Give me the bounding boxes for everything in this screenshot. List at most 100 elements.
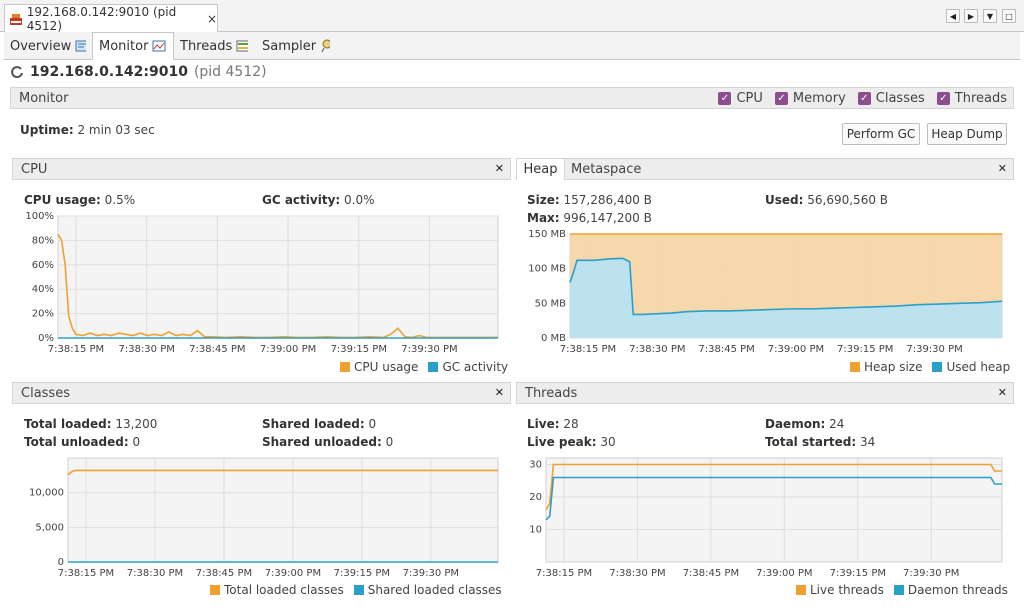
- shared-unloaded-value: 0: [385, 435, 394, 449]
- live-stat: Live: 28: [527, 417, 579, 431]
- total-loaded-stat: Total loaded: 13,200: [24, 417, 157, 431]
- checkbox-checked-icon: ✓: [857, 91, 871, 105]
- view-tab-strip: Overview Monitor Threads Sampler: [4, 32, 1020, 60]
- chart-toggle-group: ✓ CPU ✓ Memory ✓ Classes ✓ Threads: [706, 91, 1013, 106]
- gc-activity-swatch: [428, 362, 439, 372]
- plot-area: [67, 457, 499, 563]
- maximize-button[interactable]: □: [1002, 9, 1016, 23]
- x-tick-label: 7:39:30 PM: [403, 568, 459, 579]
- document-tab-title: 192.168.0.142:9010 (pid 4512): [26, 4, 177, 33]
- y-tick-label: 80%: [32, 235, 54, 246]
- total-loaded-label: Total loaded:: [24, 417, 112, 431]
- legend-live-threads: Live threads: [810, 583, 884, 597]
- monitor-section-title: Monitor: [19, 90, 69, 106]
- total-started-value: 34: [859, 435, 876, 449]
- total-unloaded-stat: Total unloaded: 0: [24, 435, 140, 449]
- live-label: Live:: [527, 417, 560, 431]
- checkbox-checked-icon: ✓: [718, 91, 732, 105]
- x-tick-label: 7:39:30 PM: [903, 568, 959, 579]
- legend-shared-loaded: Shared loaded classes: [367, 583, 502, 597]
- perform-gc-button[interactable]: Perform GC: [842, 123, 920, 145]
- monitor-section-header: Monitor ✓ CPU ✓ Memory ✓ Classes ✓ Threads: [10, 87, 1014, 109]
- total-started-label: Total started:: [765, 435, 857, 449]
- x-tick-label: 7:38:15 PM: [560, 344, 616, 355]
- heap-dump-button[interactable]: Heap Dump: [927, 123, 1007, 145]
- shared-loaded-label: Shared loaded:: [262, 417, 365, 431]
- tab-monitor[interactable]: Monitor: [92, 32, 174, 60]
- tab-overview[interactable]: Overview: [4, 32, 92, 60]
- close-heap-panel-icon[interactable]: ✕: [998, 162, 1007, 175]
- y-tick-label: 50 MB: [535, 298, 567, 309]
- x-tick-label: 7:39:30 PM: [401, 344, 457, 355]
- classes-checkbox[interactable]: ✓ Classes: [857, 90, 925, 106]
- heap-max-stat: Max: 996,147,200 B: [527, 211, 652, 225]
- page-title: 192.168.0.142:9010 (pid 4512): [10, 64, 267, 80]
- x-tick-label: 7:39:00 PM: [768, 344, 824, 355]
- gc-activity-stat: GC activity: 0.0%: [262, 193, 375, 207]
- cpu-usage-stat: CPU usage: 0.5%: [24, 193, 135, 207]
- cpu-panel-title: CPU: [21, 161, 48, 177]
- shared-unloaded-label: Shared unloaded:: [262, 435, 382, 449]
- y-tick-label: 0 MB: [541, 333, 566, 344]
- y-tick-label: 150 MB: [528, 229, 566, 240]
- sampler-icon: [321, 39, 330, 53]
- y-tick-label: 0%: [38, 333, 54, 344]
- total-unloaded-label: Total unloaded:: [24, 435, 129, 449]
- close-tab-icon[interactable]: ×: [207, 12, 217, 26]
- checkbox-checked-icon: ✓: [774, 91, 788, 105]
- x-tick-label: 7:39:15 PM: [830, 568, 886, 579]
- y-tick-label: 20%: [32, 309, 54, 320]
- x-tick-label: 7:38:45 PM: [189, 344, 245, 355]
- classes-checkbox-label: Classes: [875, 90, 925, 106]
- tab-threads-label: Threads: [180, 38, 233, 54]
- classes-legend: Total loaded classes Shared loaded class…: [210, 583, 502, 597]
- heap-size-value: 157,286,400 B: [563, 193, 652, 207]
- y-tick-label: 30: [529, 460, 542, 471]
- heap-used-label: Used:: [765, 193, 804, 207]
- tab-threads[interactable]: Threads: [174, 32, 254, 60]
- x-tick-label: 7:39:30 PM: [906, 344, 962, 355]
- cpu-checkbox[interactable]: ✓ CPU: [718, 91, 763, 106]
- shared-loaded-value: 0: [368, 417, 377, 431]
- x-tick-label: 7:38:15 PM: [58, 568, 114, 579]
- uptime-label: Uptime:: [20, 123, 74, 137]
- gc-activity-value: 0.0%: [344, 193, 375, 207]
- x-tick-label: 7:38:30 PM: [127, 568, 183, 579]
- document-tab[interactable]: 192.168.0.142:9010 (pid 4512) ×: [4, 4, 218, 33]
- cpu-usage-value: 0.5%: [104, 193, 136, 207]
- cpu-chart: 100% 80% 60% 40% 20% 0%7:38:15 PM 7:38:30 PM 7:…: [25, 211, 499, 355]
- x-tick-label: 7:39:00 PM: [265, 568, 321, 579]
- tab-sampler[interactable]: Sampler: [256, 32, 336, 60]
- tab-metaspace[interactable]: Metaspace: [571, 159, 641, 180]
- close-cpu-panel-icon[interactable]: ✕: [495, 162, 504, 175]
- legend-gc-activity: GC activity: [442, 360, 509, 374]
- threads-checkbox[interactable]: ✓ Threads: [936, 91, 1007, 106]
- heap-size-label: Size:: [527, 193, 560, 207]
- threads-icon: [236, 40, 248, 52]
- daemon-value: 24: [829, 417, 845, 431]
- close-threads-panel-icon[interactable]: ✕: [998, 386, 1007, 399]
- scroll-left-button[interactable]: ◀: [946, 9, 960, 23]
- threads-chart: 30 20 10 7:38:15 PM 7:38:30 PM 7:38:45 PM 7:39…: [529, 457, 1003, 579]
- x-tick-label: 7:39:15 PM: [837, 344, 893, 355]
- y-tick-label: 60%: [32, 260, 54, 271]
- x-tick-label: 7:38:30 PM: [609, 568, 665, 579]
- heap-used-stat: Used: 56,690,560 B: [765, 193, 888, 207]
- y-tick-label: 20: [529, 492, 542, 503]
- shared-unloaded-stat: Shared unloaded: 0: [262, 435, 393, 449]
- legend-used-heap: Used heap: [946, 360, 1011, 374]
- close-classes-panel-icon[interactable]: ✕: [495, 386, 504, 399]
- tab-heap[interactable]: Heap: [517, 159, 565, 180]
- y-tick-label: 100 MB: [528, 264, 566, 275]
- total-loaded-value: 13,200: [115, 417, 158, 431]
- heap-size-stat: Size: 157,286,400 B: [527, 193, 652, 207]
- uptime-value: 2 min 03 sec: [77, 123, 155, 137]
- live-peak-label: Live peak:: [527, 435, 597, 449]
- shared-loaded-stat: Shared loaded: 0: [262, 417, 376, 431]
- memory-checkbox[interactable]: ✓ Memory: [774, 91, 846, 106]
- threads-panel-title: Threads: [525, 385, 578, 401]
- used-heap-swatch: [932, 362, 943, 372]
- tab-list-button[interactable]: ▼: [983, 9, 997, 23]
- total-loaded-swatch: [210, 585, 220, 595]
- scroll-right-button[interactable]: ▶: [964, 9, 978, 23]
